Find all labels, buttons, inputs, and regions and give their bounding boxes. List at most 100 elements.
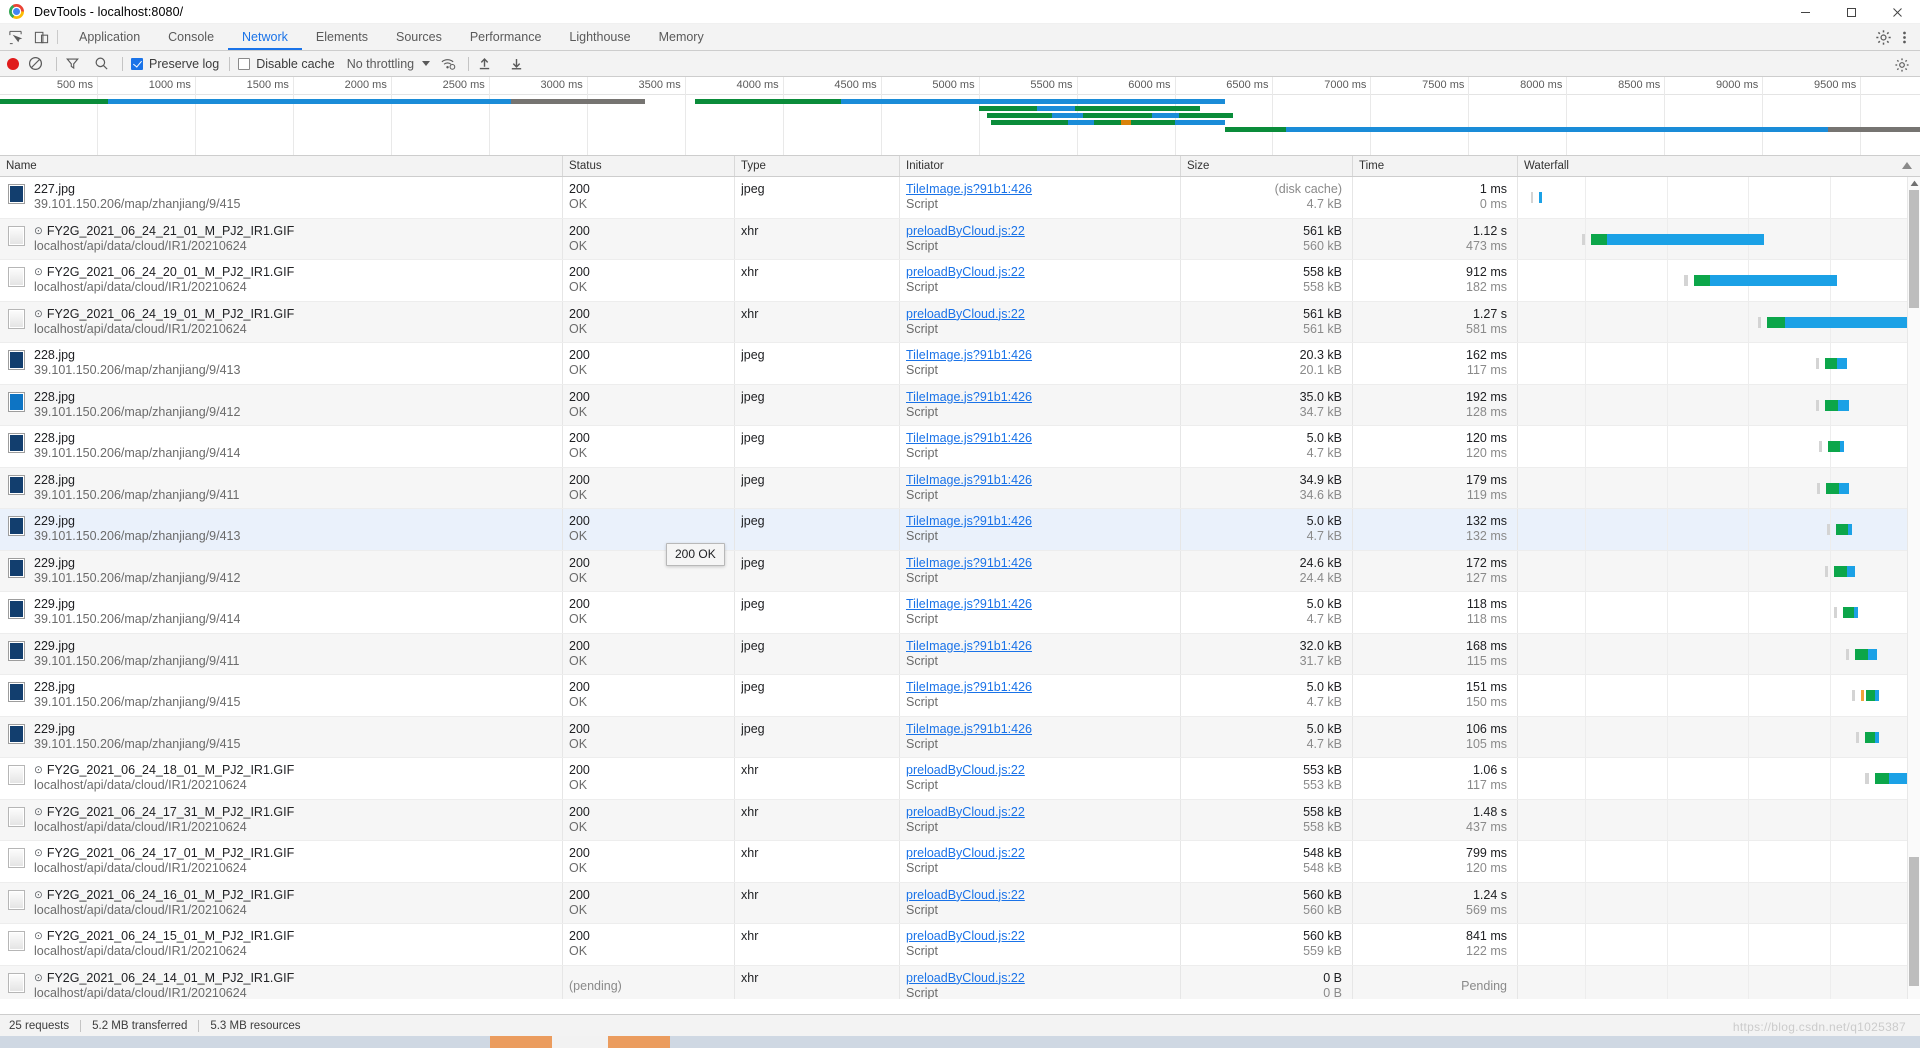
cell-waterfall[interactable]: [1518, 924, 1920, 965]
cell-waterfall[interactable]: [1518, 550, 1920, 591]
cell-waterfall[interactable]: [1518, 841, 1920, 882]
waterfall-bar[interactable]: [1518, 482, 1920, 494]
table-row[interactable]: ⊙ FY2G_2021_06_24_16_01_M_PJ2_IR1.GIF loca…: [0, 882, 1920, 924]
waterfall-bar[interactable]: [1518, 607, 1920, 618]
table-row[interactable]: ⊙ FY2G_2021_06_24_21_01_M_PJ2_IR1.GIF loca…: [0, 218, 1920, 260]
cell-waterfall[interactable]: [1518, 882, 1920, 923]
cell-waterfall[interactable]: [1518, 467, 1920, 508]
initiator-link[interactable]: TileImage.js?91b1:426: [906, 182, 1032, 196]
table-row[interactable]: 228.jpg 39.101.150.206/map/zhanjiang/9/41…: [0, 384, 1920, 426]
initiator-link[interactable]: preloadByCloud.js:22: [906, 265, 1025, 279]
scrollbar-thumb[interactable]: [1909, 190, 1919, 308]
table-row[interactable]: 229.jpg 39.101.150.206/map/zhanjiang/9/41…: [0, 550, 1920, 592]
table-row[interactable]: 228.jpg 39.101.150.206/map/zhanjiang/9/41…: [0, 675, 1920, 717]
wifi-settings-icon[interactable]: [440, 56, 456, 71]
cell-initiator[interactable]: TileImage.js?91b1:426 Script: [900, 675, 1181, 716]
cell-name[interactable]: 228.jpg 39.101.150.206/map/zhanjiang/9/41…: [0, 384, 563, 425]
cell-initiator[interactable]: preloadByCloud.js:22 Script: [900, 218, 1181, 259]
cell-name[interactable]: 228.jpg 39.101.150.206/map/zhanjiang/9/41…: [0, 426, 563, 467]
filter-icon[interactable]: [65, 56, 80, 71]
initiator-link[interactable]: preloadByCloud.js:22: [906, 888, 1025, 902]
waterfall-bar[interactable]: [1518, 399, 1920, 411]
table-row[interactable]: ⊙ FY2G_2021_06_24_19_01_M_PJ2_IR1.GIF loca…: [0, 301, 1920, 343]
cell-name[interactable]: ⊙ FY2G_2021_06_24_18_01_M_PJ2_IR1.GIF loca…: [0, 758, 563, 799]
initiator-link[interactable]: TileImage.js?91b1:426: [906, 473, 1032, 487]
cell-name[interactable]: 229.jpg 39.101.150.206/map/zhanjiang/9/41…: [0, 509, 563, 550]
cell-name[interactable]: ⊙ FY2G_2021_06_24_14_01_M_PJ2_IR1.GIF loca…: [0, 965, 563, 999]
waterfall-bar[interactable]: [1518, 939, 1920, 950]
taskbar-item-1[interactable]: [490, 1036, 552, 1048]
initiator-link[interactable]: TileImage.js?91b1:426: [906, 390, 1032, 404]
cell-initiator[interactable]: TileImage.js?91b1:426 Script: [900, 633, 1181, 674]
waterfall-bar[interactable]: [1518, 773, 1920, 784]
tab-sources[interactable]: Sources: [382, 24, 456, 50]
cell-waterfall[interactable]: [1518, 758, 1920, 799]
cell-name[interactable]: ⊙ FY2G_2021_06_24_16_01_M_PJ2_IR1.GIF loca…: [0, 882, 563, 923]
cell-initiator[interactable]: preloadByCloud.js:22 Script: [900, 301, 1181, 342]
cell-name[interactable]: 229.jpg 39.101.150.206/map/zhanjiang/9/41…: [0, 550, 563, 591]
cell-waterfall[interactable]: [1518, 716, 1920, 757]
cell-waterfall[interactable]: [1518, 218, 1920, 259]
cell-initiator[interactable]: TileImage.js?91b1:426 Script: [900, 592, 1181, 633]
chevron-down-icon[interactable]: [422, 61, 431, 66]
waterfall-bar[interactable]: [1518, 856, 1920, 867]
table-row[interactable]: 228.jpg 39.101.150.206/map/zhanjiang/9/41…: [0, 467, 1920, 509]
column-header-waterfall[interactable]: Waterfall: [1518, 156, 1920, 176]
tab-memory[interactable]: Memory: [645, 24, 718, 50]
cell-name[interactable]: ⊙ FY2G_2021_06_24_15_01_M_PJ2_IR1.GIF loca…: [0, 924, 563, 965]
initiator-link[interactable]: TileImage.js?91b1:426: [906, 556, 1032, 570]
cell-waterfall[interactable]: [1518, 799, 1920, 840]
search-icon[interactable]: [94, 56, 109, 71]
cell-waterfall[interactable]: [1518, 260, 1920, 301]
cell-initiator[interactable]: preloadByCloud.js:22 Script: [900, 758, 1181, 799]
scrollbar-thumb-lower[interactable]: [1909, 857, 1919, 986]
column-header-name[interactable]: Name: [0, 156, 563, 176]
cell-waterfall[interactable]: [1518, 343, 1920, 384]
inspect-element-icon[interactable]: [7, 29, 24, 46]
initiator-link[interactable]: TileImage.js?91b1:426: [906, 431, 1032, 445]
upload-har-icon[interactable]: [477, 56, 492, 71]
network-settings-icon[interactable]: [1894, 57, 1909, 72]
initiator-link[interactable]: TileImage.js?91b1:426: [906, 597, 1032, 611]
table-row[interactable]: 229.jpg 39.101.150.206/map/zhanjiang/9/41…: [0, 716, 1920, 758]
initiator-link[interactable]: preloadByCloud.js:22: [906, 307, 1025, 321]
cell-name[interactable]: ⊙ FY2G_2021_06_24_17_01_M_PJ2_IR1.GIF loca…: [0, 841, 563, 882]
waterfall-bar[interactable]: [1518, 316, 1920, 328]
scroll-up-icon[interactable]: [1908, 177, 1920, 190]
table-row[interactable]: ⊙ FY2G_2021_06_24_15_01_M_PJ2_IR1.GIF loca…: [0, 924, 1920, 966]
table-row[interactable]: 227.jpg 39.101.150.206/map/zhanjiang/9/41…: [0, 177, 1920, 219]
cell-name[interactable]: 229.jpg 39.101.150.206/map/zhanjiang/9/41…: [0, 633, 563, 674]
cell-waterfall[interactable]: [1518, 633, 1920, 674]
preserve-log-label[interactable]: Preserve log: [149, 57, 219, 71]
cell-waterfall[interactable]: [1518, 675, 1920, 716]
cell-initiator[interactable]: TileImage.js?91b1:426 Script: [900, 716, 1181, 757]
more-vertical-icon[interactable]: [1896, 29, 1913, 46]
cell-waterfall[interactable]: [1518, 177, 1920, 218]
cell-initiator[interactable]: TileImage.js?91b1:426 Script: [900, 426, 1181, 467]
tab-lighthouse[interactable]: Lighthouse: [555, 24, 644, 50]
table-row[interactable]: ⊙ FY2G_2021_06_24_14_01_M_PJ2_IR1.GIF loca…: [0, 965, 1920, 999]
initiator-link[interactable]: TileImage.js?91b1:426: [906, 639, 1032, 653]
initiator-link[interactable]: preloadByCloud.js:22: [906, 805, 1025, 819]
table-row[interactable]: 229.jpg 39.101.150.206/map/zhanjiang/9/41…: [0, 592, 1920, 634]
column-header-size[interactable]: Size: [1181, 156, 1353, 176]
tab-performance[interactable]: Performance: [456, 24, 556, 50]
initiator-link[interactable]: preloadByCloud.js:22: [906, 971, 1025, 985]
table-row[interactable]: ⊙ FY2G_2021_06_24_17_31_M_PJ2_IR1.GIF loca…: [0, 799, 1920, 841]
tab-console[interactable]: Console: [154, 24, 228, 50]
initiator-link[interactable]: preloadByCloud.js:22: [906, 846, 1025, 860]
taskbar-item-2[interactable]: [552, 1036, 608, 1048]
cell-waterfall[interactable]: [1518, 509, 1920, 550]
cell-name[interactable]: 228.jpg 39.101.150.206/map/zhanjiang/9/41…: [0, 467, 563, 508]
waterfall-bar[interactable]: [1518, 690, 1920, 701]
cell-waterfall[interactable]: [1518, 301, 1920, 342]
waterfall-bar[interactable]: [1518, 192, 1920, 203]
cell-initiator[interactable]: preloadByCloud.js:22 Script: [900, 841, 1181, 882]
cell-initiator[interactable]: TileImage.js?91b1:426 Script: [900, 550, 1181, 591]
taskbar-item-3[interactable]: [608, 1036, 670, 1048]
gear-icon[interactable]: [1875, 29, 1892, 46]
toggle-device-toolbar-icon[interactable]: [33, 29, 50, 46]
table-row[interactable]: 228.jpg 39.101.150.206/map/zhanjiang/9/41…: [0, 343, 1920, 385]
column-header-type[interactable]: Type: [735, 156, 900, 176]
cell-initiator[interactable]: preloadByCloud.js:22 Script: [900, 799, 1181, 840]
